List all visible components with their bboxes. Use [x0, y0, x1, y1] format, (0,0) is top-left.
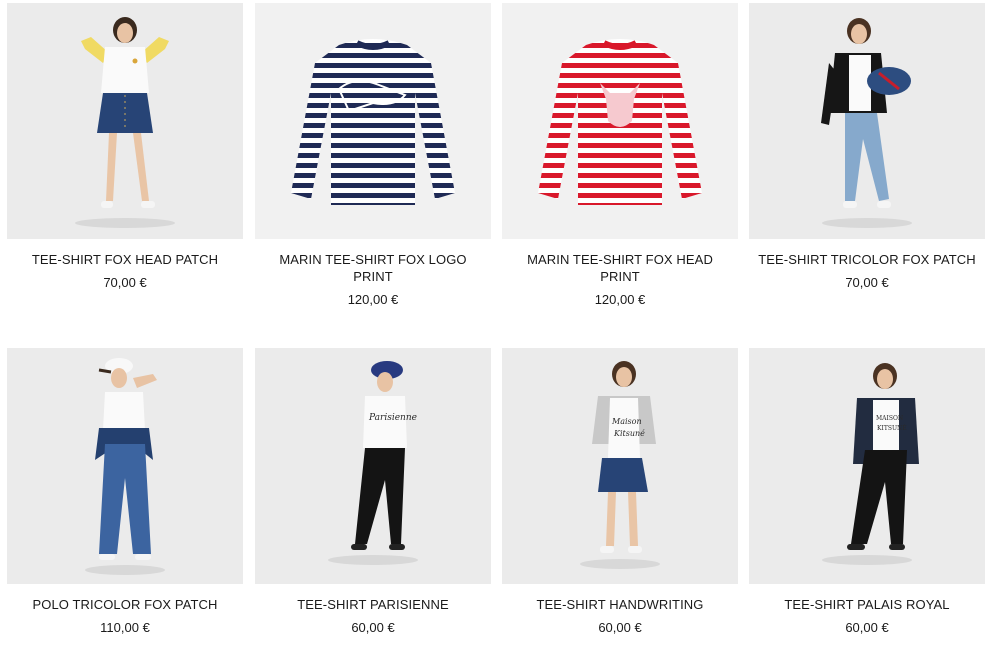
product-image[interactable]: Parisienne: [255, 348, 491, 584]
product-name[interactable]: POLO TRICOLOR FOX PATCH: [7, 596, 243, 613]
product-name[interactable]: TEE-SHIRT PARISIENNE: [255, 596, 491, 613]
product-card-handwriting[interactable]: Maison Kitsuné TEE-SHIRT HANDWRITING 60,…: [502, 348, 738, 636]
product-image[interactable]: [255, 3, 491, 239]
product-price: 60,00 €: [351, 620, 395, 635]
product-image[interactable]: [502, 3, 738, 239]
product-name[interactable]: MARIN TEE-SHIRT FOX HEAD PRINT: [502, 251, 738, 285]
product-price: 70,00 €: [103, 275, 147, 290]
product-card-tricolor-fox-patch[interactable]: TEE-SHIRT TRICOLOR FOX PATCH 70,00 €: [749, 3, 985, 291]
svg-text:Parisienne: Parisienne: [368, 413, 417, 423]
product-info: POLO TRICOLOR FOX PATCH 110,00 €: [7, 584, 243, 636]
product-card-fox-head-patch[interactable]: TEE-SHIRT FOX HEAD PATCH 70,00 €: [7, 3, 243, 291]
product-info: TEE-SHIRT TRICOLOR FOX PATCH 70,00 €: [749, 239, 985, 291]
product-card-marin-fox-head[interactable]: MARIN TEE-SHIRT FOX HEAD PRINT 120,00 €: [502, 3, 738, 308]
model-photo: MAISON KITSUNÉ: [749, 348, 985, 584]
product-price: 70,00 €: [845, 275, 889, 290]
product-price: 120,00 €: [594, 292, 646, 307]
product-price: 120,00 €: [347, 292, 399, 307]
svg-text:Kitsuné: Kitsuné: [613, 429, 645, 438]
svg-text:Maison: Maison: [611, 417, 642, 426]
model-photo: Maison Kitsuné: [502, 348, 738, 584]
product-grid: TEE-SHIRT FOX HEAD PATCH 70,00 € MARIN T…: [0, 0, 991, 652]
product-price: 60,00 €: [598, 620, 642, 635]
product-card-parisienne[interactable]: Parisienne TEE-SHIRT PARISIENNE 60,00 €: [255, 348, 491, 636]
svg-text:KITSUNÉ: KITSUNÉ: [877, 424, 907, 432]
product-info: MARIN TEE-SHIRT FOX HEAD PRINT 120,00 €: [502, 239, 738, 308]
model-photo: [749, 3, 985, 239]
product-card-polo-tricolor[interactable]: POLO TRICOLOR FOX PATCH 110,00 €: [7, 348, 243, 636]
product-card-marin-fox-logo[interactable]: MARIN TEE-SHIRT FOX LOGO PRINT 120,00 €: [255, 3, 491, 308]
model-photo: Parisienne: [255, 348, 491, 584]
product-name[interactable]: TEE-SHIRT PALAIS ROYAL: [749, 596, 985, 613]
product-name[interactable]: MARIN TEE-SHIRT FOX LOGO PRINT: [255, 251, 491, 285]
product-info: MARIN TEE-SHIRT FOX LOGO PRINT 120,00 €: [255, 239, 491, 308]
striped-shirt-navy: [255, 3, 491, 239]
product-image[interactable]: [7, 3, 243, 239]
product-image[interactable]: [7, 348, 243, 584]
model-photo: [7, 3, 243, 239]
product-name[interactable]: TEE-SHIRT TRICOLOR FOX PATCH: [749, 251, 985, 268]
product-image[interactable]: Maison Kitsuné: [502, 348, 738, 584]
product-info: TEE-SHIRT PARISIENNE 60,00 €: [255, 584, 491, 636]
svg-text:MAISON: MAISON: [876, 415, 903, 422]
product-price: 60,00 €: [845, 620, 889, 635]
product-name[interactable]: TEE-SHIRT HANDWRITING: [502, 596, 738, 613]
product-name[interactable]: TEE-SHIRT FOX HEAD PATCH: [7, 251, 243, 268]
product-image[interactable]: MAISON KITSUNÉ: [749, 348, 985, 584]
product-card-palais-royal[interactable]: MAISON KITSUNÉ TEE-SHIRT PALAIS ROYAL 60…: [749, 348, 985, 636]
product-info: TEE-SHIRT FOX HEAD PATCH 70,00 €: [7, 239, 243, 291]
product-image[interactable]: [749, 3, 985, 239]
striped-shirt-red: [502, 3, 738, 239]
product-info: TEE-SHIRT PALAIS ROYAL 60,00 €: [749, 584, 985, 636]
product-info: TEE-SHIRT HANDWRITING 60,00 €: [502, 584, 738, 636]
product-price: 110,00 €: [100, 620, 150, 635]
model-photo: [7, 348, 243, 584]
